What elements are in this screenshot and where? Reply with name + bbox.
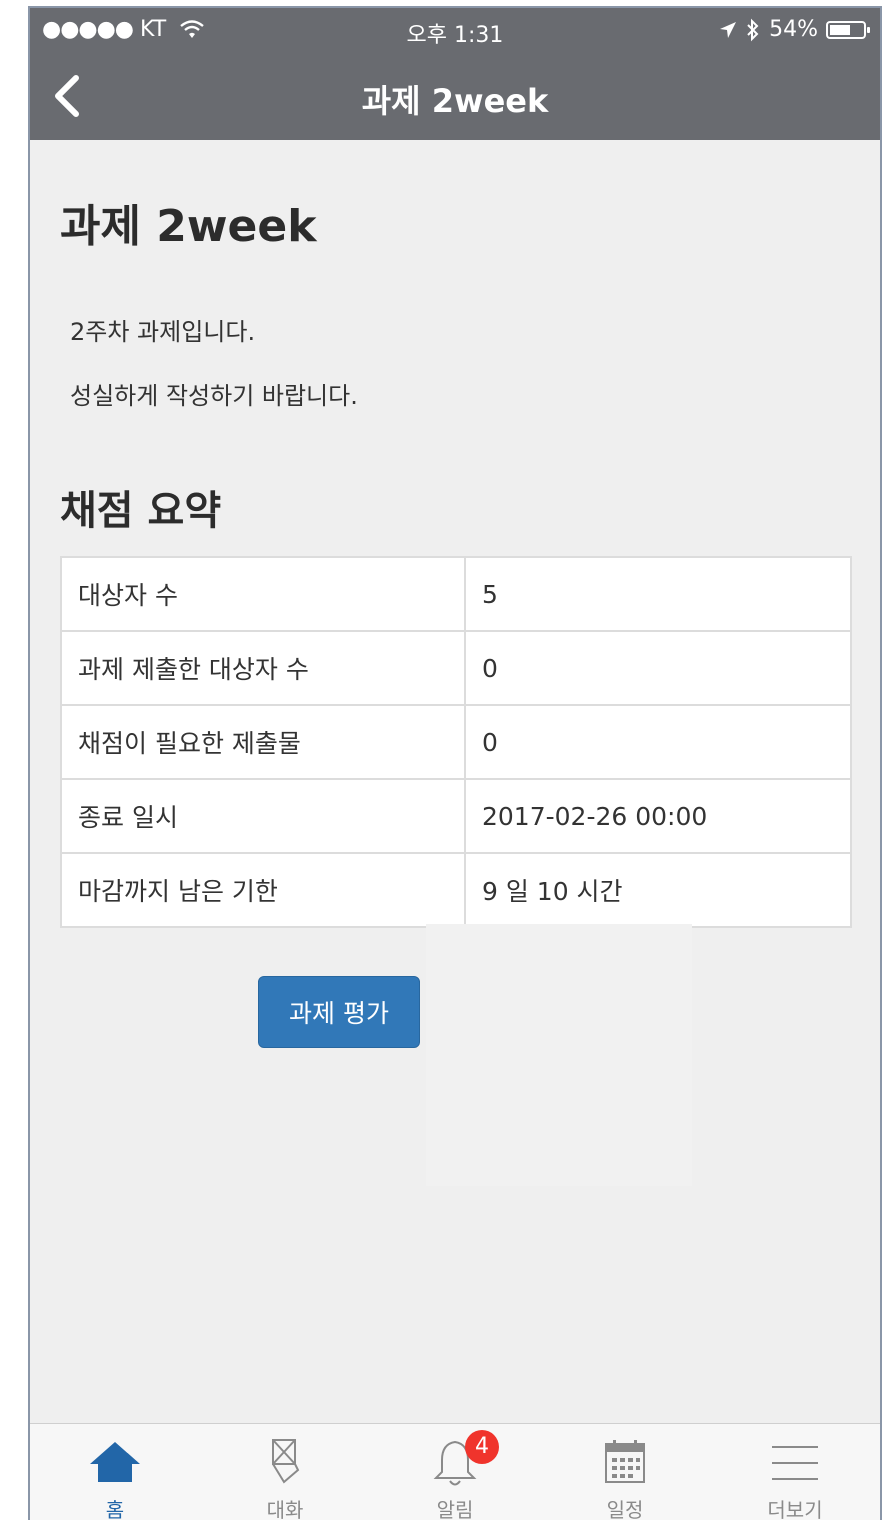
tab-home[interactable]: 홈: [30, 1424, 200, 1520]
status-right: 54%: [719, 17, 870, 42]
tab-more[interactable]: 더보기: [710, 1424, 880, 1520]
summary-heading: 채점 요약: [60, 488, 222, 534]
tab-bar: 홈 대화 4 알림 일정 더보기: [30, 1423, 880, 1520]
app-screen: ●●●●● KT 오후 1:31 54% 과제 2week 과제 2week 2…: [28, 6, 882, 1520]
navigation-bar: 과제 2week: [30, 52, 880, 140]
description-line-1: 2주차 과제입니다.: [70, 318, 256, 346]
row-value: 9 일 10 시간: [464, 852, 852, 928]
row-value: 2017-02-26 00:00: [464, 778, 852, 854]
description-line-2: 성실하게 작성하기 바랍니다.: [70, 382, 358, 410]
tab-label: 대화: [266, 1498, 304, 1520]
tab-label: 홈: [105, 1498, 125, 1520]
bluetooth-icon: [747, 18, 759, 41]
row-value: 5: [464, 556, 852, 632]
tab-notifications[interactable]: 4 알림: [370, 1424, 540, 1520]
menu-icon: [772, 1446, 818, 1480]
battery-percent: 54%: [769, 17, 818, 42]
page-title: 과제 2week: [60, 201, 317, 252]
tab-chat[interactable]: 대화: [200, 1424, 370, 1520]
tab-schedule[interactable]: 일정: [540, 1424, 710, 1520]
tab-label: 알림: [436, 1498, 474, 1520]
row-label: 마감까지 남은 기한: [60, 852, 466, 928]
summary-table: 대상자 수 5 과제 제출한 대상자 수 0 채점이 필요한 제출물 0 종료 …: [60, 556, 852, 928]
tab-label: 일정: [606, 1498, 644, 1520]
table-row: 마감까지 남은 기한 9 일 10 시간: [60, 852, 852, 928]
table-row: 채점이 필요한 제출물 0: [60, 704, 852, 780]
calendar-icon: [605, 1440, 645, 1483]
row-value: 0: [464, 630, 852, 706]
nav-title: 과제 2week: [361, 82, 549, 120]
status-bar: ●●●●● KT 오후 1:31 54%: [30, 8, 880, 52]
battery-icon: [826, 20, 870, 39]
row-label: 종료 일시: [60, 778, 466, 854]
notification-badge: 4: [465, 1430, 499, 1464]
row-label: 대상자 수: [60, 556, 466, 632]
table-row: 종료 일시 2017-02-26 00:00: [60, 778, 852, 854]
table-row: 대상자 수 5: [60, 556, 852, 632]
table-row: 과제 제출한 대상자 수 0: [60, 630, 852, 706]
blank-overlay: [426, 924, 692, 1186]
row-label: 과제 제출한 대상자 수: [60, 630, 466, 706]
tab-label: 더보기: [767, 1498, 823, 1520]
location-arrow-icon: [720, 21, 737, 38]
evaluate-assignment-button[interactable]: 과제 평가: [258, 976, 420, 1048]
row-label: 채점이 필요한 제출물: [60, 704, 466, 780]
row-value: 0: [464, 704, 852, 780]
home-icon: [90, 1442, 140, 1482]
chat-icon: [272, 1439, 300, 1484]
